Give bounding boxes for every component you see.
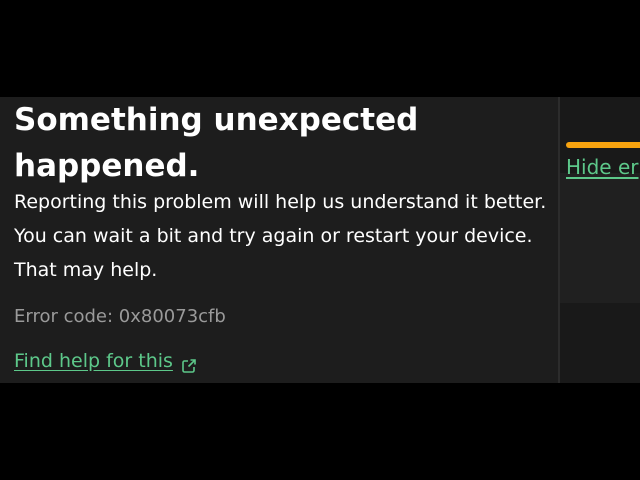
hide-errors-link[interactable]: Hide er xyxy=(566,155,638,179)
letterbox-top xyxy=(0,0,640,97)
external-link-icon xyxy=(181,353,197,373)
letterbox-bottom xyxy=(0,383,640,480)
progress-accent-bar xyxy=(566,142,640,148)
dialog-title: Something unexpected happened. xyxy=(14,102,419,184)
error-code: Error code: 0x80073cfb xyxy=(14,306,226,327)
side-card xyxy=(560,173,640,303)
dialog-message: Reporting this problem will help us unde… xyxy=(14,191,547,281)
find-help-label: Find help for this xyxy=(14,350,173,372)
side-panel: Hide er xyxy=(560,97,640,383)
find-help-link[interactable]: Find help for this xyxy=(14,346,197,376)
